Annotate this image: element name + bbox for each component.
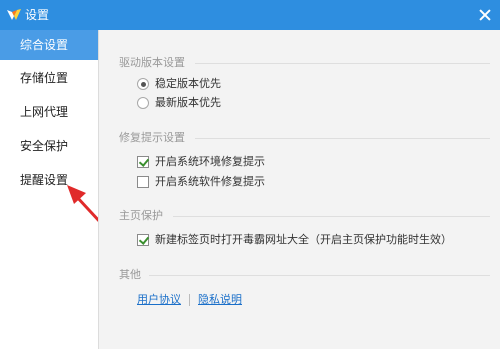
sidebar-item-storage[interactable]: 存储位置 [0,63,98,93]
links-row: 用户协议 隐私说明 [137,292,242,308]
radio-label: 稳定版本优先 [155,77,221,90]
radio-button[interactable] [137,97,149,109]
sidebar-item-proxy[interactable]: 上网代理 [0,97,98,127]
settings-panel: 驱动版本设置 稳定版本优先 最新版本优先 修复提示设置 开启系统环境修复提示 开… [98,30,500,349]
checkbox-homepage-protect[interactable]: 新建标签页时打开毒霸网址大全（开启主页保护功能时生效） [137,232,452,248]
checkbox-label: 开启系统软件修复提示 [155,175,265,188]
radio-latest-version[interactable]: 最新版本优先 [137,95,221,111]
section-title-repair: 修复提示设置 [119,131,185,144]
checkbox-env-repair[interactable]: 开启系统环境修复提示 [137,154,265,170]
checkbox-label: 开启系统环境修复提示 [155,155,265,168]
close-icon[interactable] [476,6,494,24]
section-divider [195,63,490,64]
radio-label: 最新版本优先 [155,96,221,109]
checkbox[interactable] [137,234,149,246]
sidebar-item-general[interactable]: 综合设置 [0,30,98,60]
user-agreement-link[interactable]: 用户协议 [137,292,181,308]
window-title: 设置 [25,8,50,22]
checkbox[interactable] [137,156,149,168]
checkbox-software-repair[interactable]: 开启系统软件修复提示 [137,174,265,190]
section-divider [195,138,490,139]
title-bar: 设置 [0,0,500,30]
privacy-link[interactable]: 隐私说明 [198,292,242,308]
sidebar-item-security[interactable]: 安全保护 [0,131,98,161]
section-title-homepage: 主页保护 [119,209,163,222]
section-title-driver: 驱动版本设置 [119,56,185,69]
section-divider [149,275,490,276]
section-title-other: 其他 [119,268,141,281]
section-divider [173,216,490,217]
checkbox-label: 新建标签页时打开毒霸网址大全（开启主页保护功能时生效） [155,233,452,246]
radio-button[interactable] [137,78,149,90]
app-logo-icon [7,9,21,20]
radio-stable-version[interactable]: 稳定版本优先 [137,76,221,92]
link-divider [189,294,190,306]
checkbox[interactable] [137,176,149,188]
